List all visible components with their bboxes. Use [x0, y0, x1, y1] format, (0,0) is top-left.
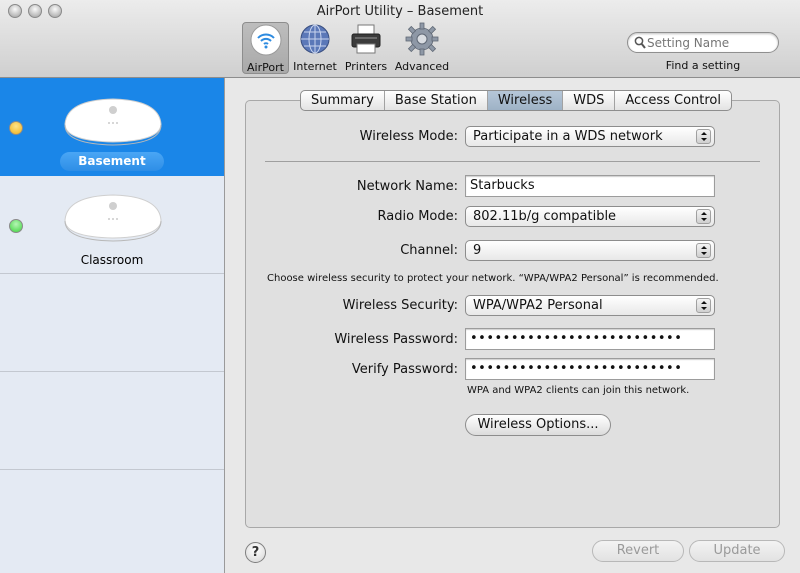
airport-base-station-icon	[64, 194, 162, 242]
tab-wireless[interactable]: Wireless	[487, 91, 564, 110]
wireless-security-popup[interactable]: WPA/WPA2 Personal	[465, 295, 715, 316]
settings-tabs: Summary Base Station Wireless WDS Access…	[300, 90, 733, 111]
globe-icon	[300, 24, 330, 54]
channel-label: Channel:	[400, 243, 458, 258]
title-toolbar: AirPort Utility – Basement AirPort Inter…	[0, 0, 800, 78]
tab-access-control[interactable]: Access Control	[615, 91, 731, 110]
empty-sidebar-row	[0, 372, 224, 470]
wireless-mode-value: Participate in a WDS network	[473, 129, 663, 144]
network-name-label: Network Name:	[356, 179, 458, 194]
search-caption: Find a setting	[665, 59, 741, 72]
device-sidebar: Basement Classroom	[0, 78, 225, 573]
gear-icon	[405, 22, 439, 56]
toolbar-internet-label: Internet	[293, 60, 337, 73]
revert-button[interactable]: Revert	[592, 540, 684, 562]
device-row-basement[interactable]: Basement	[0, 78, 224, 176]
security-recommendation-text: Choose wireless security to protect your…	[267, 273, 719, 284]
toolbar-advanced-label: Advanced	[394, 60, 450, 73]
network-name-field[interactable]: Starbucks	[465, 175, 715, 197]
status-indicator-icon	[9, 219, 23, 233]
help-button[interactable]: ?	[245, 542, 266, 563]
tab-base-station[interactable]: Base Station	[385, 91, 488, 110]
setting-search[interactable]	[627, 32, 779, 53]
toolbar-printers-label: Printers	[344, 60, 388, 73]
device-name: Basement	[60, 152, 164, 171]
wireless-mode-popup[interactable]: Participate in a WDS network	[465, 126, 715, 147]
section-divider	[265, 161, 760, 162]
wireless-security-value: WPA/WPA2 Personal	[473, 298, 603, 313]
tab-summary[interactable]: Summary	[301, 91, 385, 110]
window-title: AirPort Utility – Basement	[316, 4, 484, 19]
search-icon	[634, 36, 646, 49]
tab-wds[interactable]: WDS	[563, 91, 616, 110]
toolbar-internet[interactable]: Internet	[291, 22, 339, 74]
wireless-options-button[interactable]: Wireless Options...	[465, 414, 611, 436]
verify-password-field[interactable]: ••••••••••••••••••••••••••	[465, 358, 715, 380]
verify-password-label: Verify Password:	[351, 362, 458, 377]
popup-arrows-icon	[696, 129, 711, 144]
airport-utility-window: AirPort Utility – Basement AirPort Inter…	[0, 0, 800, 573]
airport-icon	[250, 24, 281, 56]
wireless-security-label: Wireless Security:	[342, 298, 458, 313]
channel-popup[interactable]: 9	[465, 240, 715, 261]
update-button[interactable]: Update	[689, 540, 785, 562]
printer-icon	[351, 24, 381, 54]
wireless-mode-label: Wireless Mode:	[359, 129, 458, 144]
toolbar-airport[interactable]: AirPort	[242, 22, 289, 74]
airport-base-station-icon	[64, 98, 162, 146]
popup-arrows-icon	[696, 298, 711, 313]
radio-mode-popup[interactable]: 802.11b/g compatible	[465, 206, 715, 227]
wireless-password-field[interactable]: ••••••••••••••••••••••••••	[465, 328, 715, 350]
toolbar-airport-label: AirPort	[247, 61, 284, 74]
radio-mode-label: Radio Mode:	[377, 209, 458, 224]
popup-arrows-icon	[696, 209, 711, 224]
device-row-classroom[interactable]: Classroom	[0, 176, 224, 274]
clients-note-text: WPA and WPA2 clients can join this netwo…	[467, 385, 690, 396]
empty-sidebar-row	[0, 470, 224, 568]
channel-value: 9	[473, 243, 482, 258]
radio-mode-value: 802.11b/g compatible	[473, 209, 617, 224]
empty-sidebar-row	[0, 274, 224, 372]
status-indicator-icon	[9, 121, 23, 135]
toolbar-printers[interactable]: Printers	[342, 22, 390, 74]
wireless-password-label: Wireless Password:	[334, 332, 458, 347]
device-name: Classroom	[80, 253, 144, 267]
toolbar-advanced[interactable]: Advanced	[394, 22, 450, 74]
popup-arrows-icon	[696, 243, 711, 258]
setting-search-input[interactable]	[647, 35, 773, 50]
